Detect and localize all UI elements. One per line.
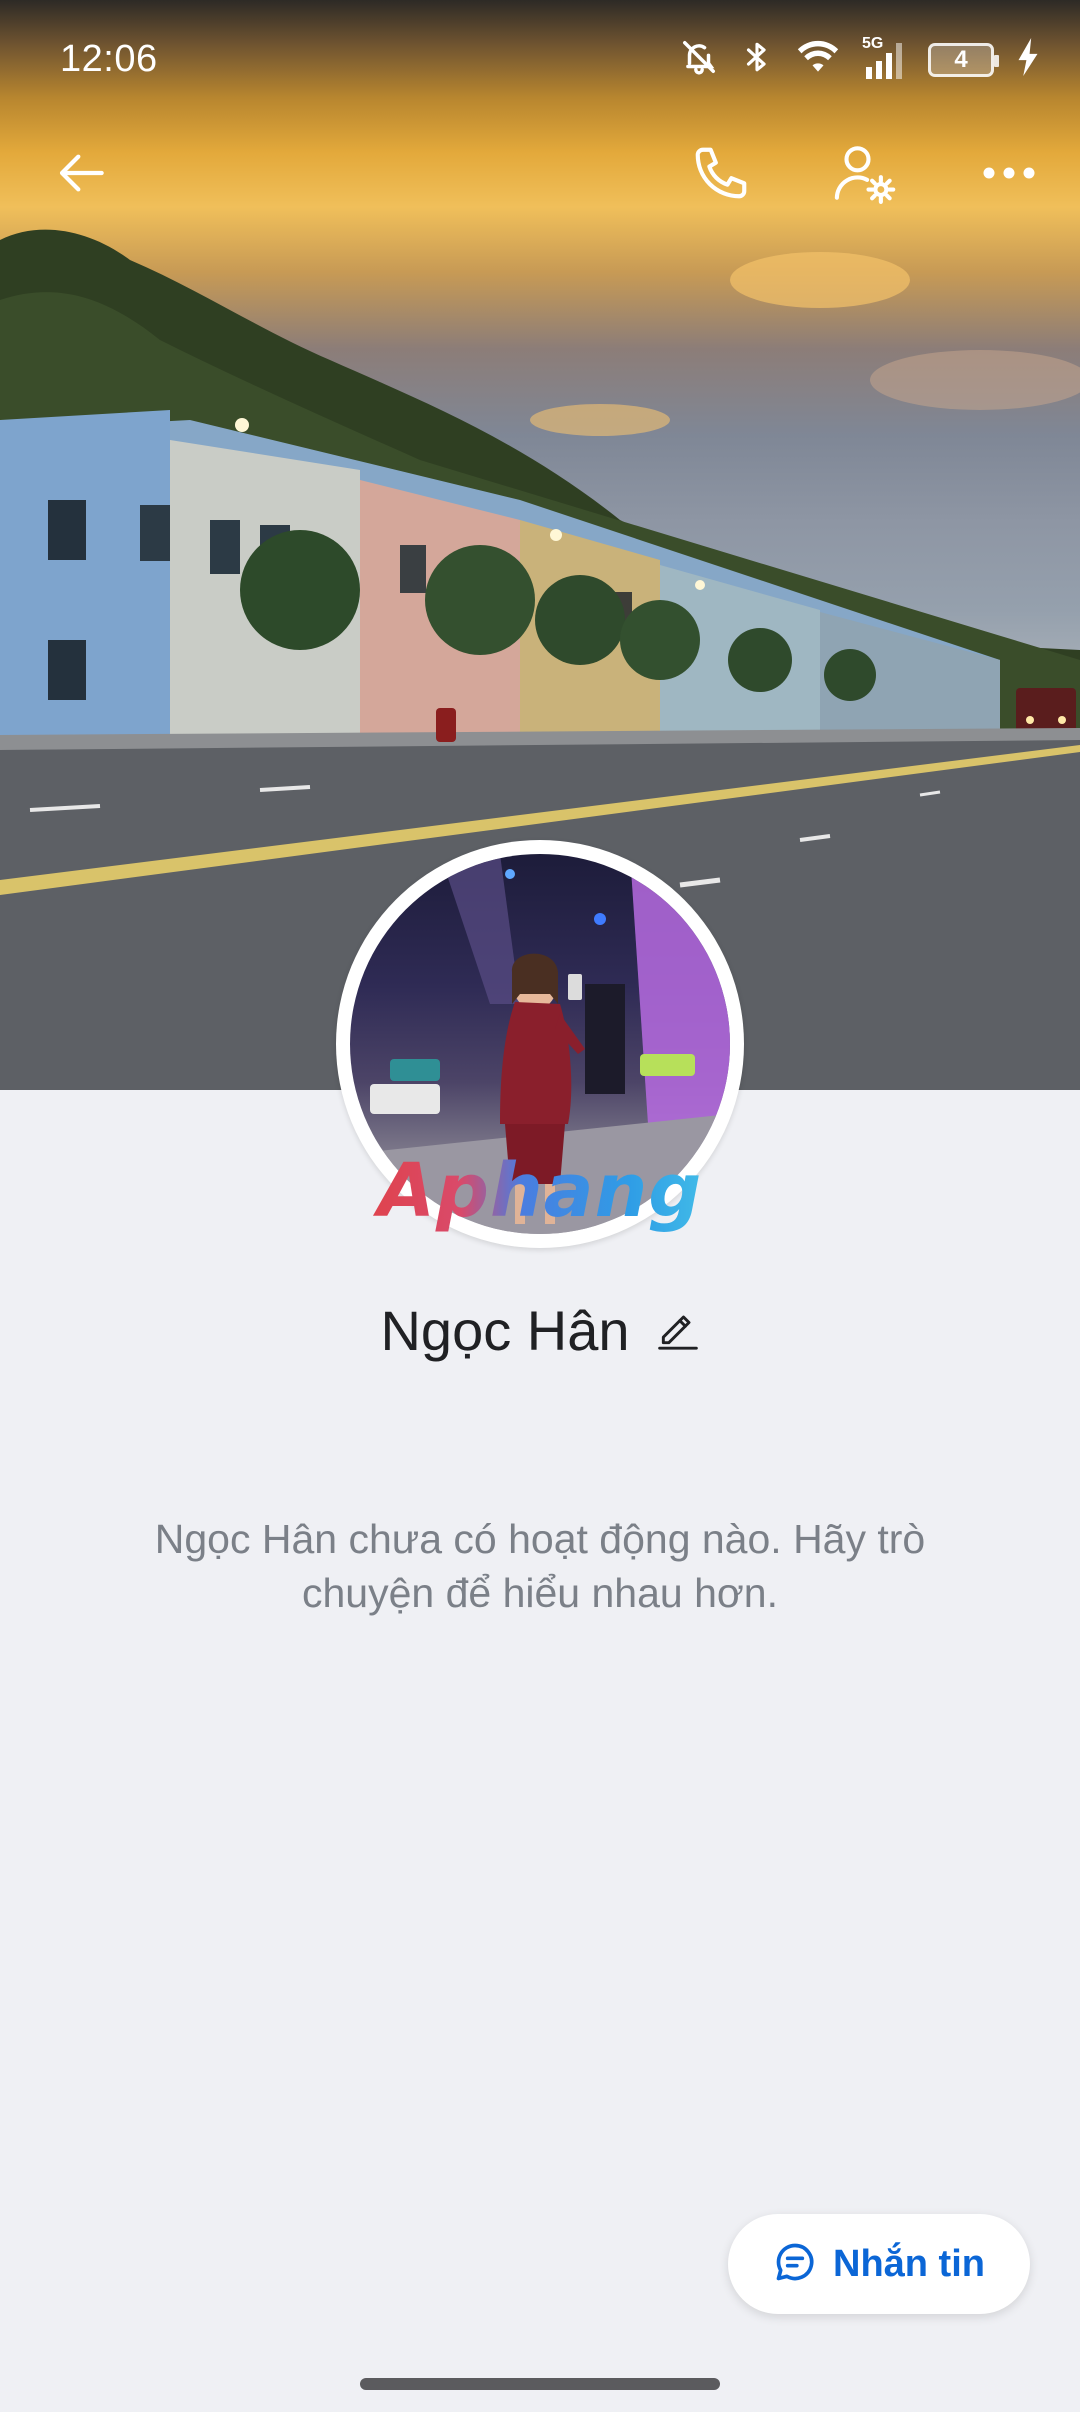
top-action-bar: [0, 130, 1080, 230]
back-button[interactable]: [38, 130, 128, 220]
battery-level: 4: [954, 45, 968, 73]
avatar-watermark: Aphang: [360, 1148, 720, 1234]
status-time: 12:06: [60, 38, 158, 80]
profile-settings-icon: [830, 140, 896, 211]
message-button[interactable]: Nhắn tin: [728, 2214, 1030, 2314]
phone-icon: [690, 142, 752, 209]
bluetooth-icon: [740, 38, 774, 81]
battery-icon: 4: [928, 42, 999, 77]
mute-icon: [680, 38, 718, 81]
more-options-button[interactable]: [964, 130, 1054, 220]
pencil-icon: [656, 1304, 700, 1357]
edit-name-button[interactable]: [656, 1304, 700, 1357]
charging-icon: [1016, 38, 1040, 81]
home-indicator[interactable]: [360, 2378, 720, 2390]
back-arrow-icon: [55, 145, 111, 206]
call-button[interactable]: [676, 130, 766, 220]
signal-icon: 5G: [862, 35, 906, 79]
empty-activity-message: Ngọc Hân chưa có hoạt động nào. Hãy trò …: [154, 1516, 926, 1616]
status-bar: 12:06 5G 4: [0, 0, 1080, 120]
wifi-icon: [796, 38, 840, 81]
profile-settings-button[interactable]: [818, 130, 908, 220]
profile-name: Ngọc Hân: [380, 1298, 630, 1362]
chat-bubble-icon: [773, 2240, 817, 2289]
more-options-icon: [982, 163, 1036, 188]
status-icons: 5G 4: [680, 35, 1040, 81]
message-button-label: Nhắn tin: [833, 2242, 985, 2285]
profile-name-row: Ngọc Hân: [0, 1290, 1080, 1370]
